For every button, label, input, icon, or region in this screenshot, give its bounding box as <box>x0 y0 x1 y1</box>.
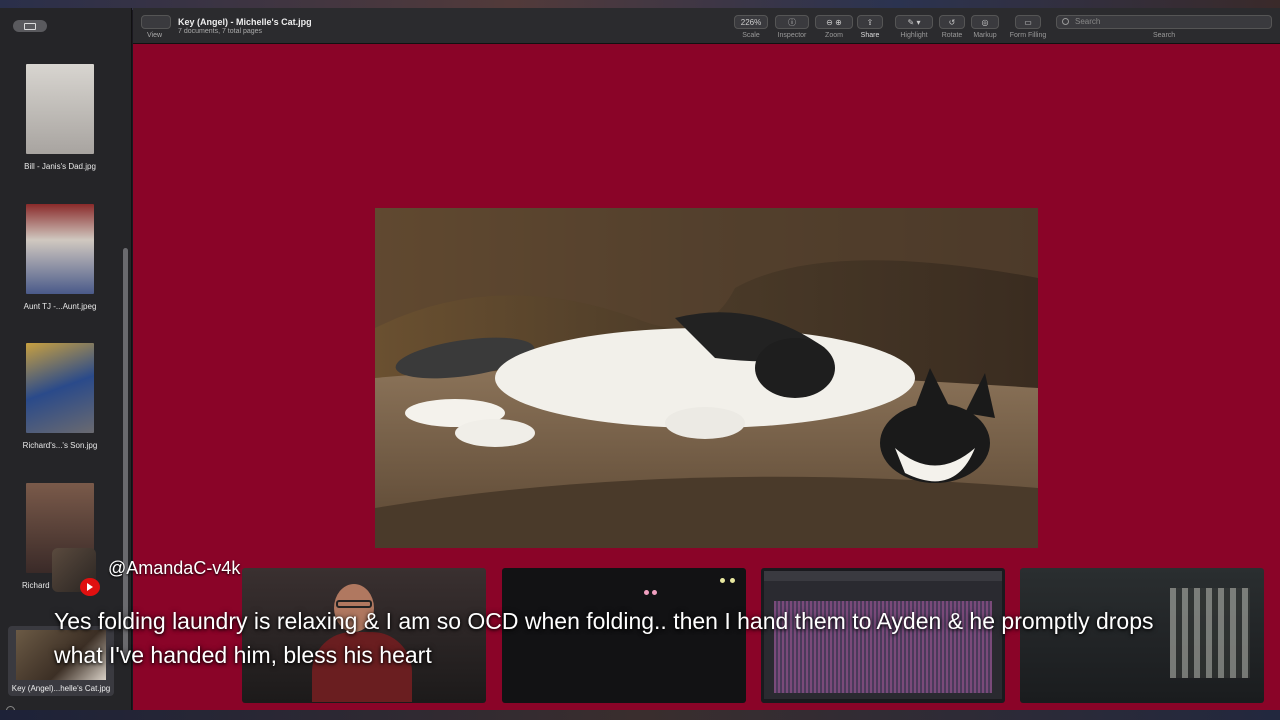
zoom-label: Zoom <box>825 32 843 39</box>
cat-photo-drawing <box>375 208 1038 548</box>
highlight-icon: ✎ ▾ <box>895 15 933 29</box>
search-label: Search <box>1153 32 1176 39</box>
inspector-icon: ⓘ <box>775 15 809 29</box>
rotate-label: Rotate <box>941 32 963 39</box>
view-button[interactable] <box>141 15 171 29</box>
chat-handle: @AmandaC-v4k <box>108 558 241 578</box>
markup-icon: ◎ <box>971 15 999 29</box>
view-label: View <box>147 32 163 39</box>
youtube-icon <box>80 578 100 596</box>
zoom-icon: ⊖ ⊕ <box>815 15 853 29</box>
search-icon <box>1062 18 1069 25</box>
thumbnail-item[interactable]: Aunt TJ -...Aunt.jpeg <box>0 204 120 311</box>
markup-button[interactable]: ◎ Markup <box>971 15 999 39</box>
scale-value[interactable]: 226% <box>734 15 768 29</box>
highlight-button[interactable]: ✎ ▾ Highlight <box>895 15 933 39</box>
search-input[interactable]: Search <box>1056 15 1272 29</box>
share-icon: ⇪ <box>857 15 883 29</box>
rotate-icon: ↺ <box>939 15 965 29</box>
document-subtitle: 7 documents, 7 total pages <box>178 28 263 35</box>
chat-message: Yes folding laundry is relaxing & I am s… <box>54 608 1154 668</box>
thumbnail-image <box>26 204 94 294</box>
desktop-wallpaper-bottom <box>0 710 1280 720</box>
thumbnail-image <box>26 343 94 433</box>
thumbnail-caption: Key (Angel)...helle's Cat.jpg <box>11 684 111 693</box>
form-filling-icon: ▭ <box>1015 15 1041 29</box>
markup-label: Markup <box>973 32 997 39</box>
thumbnail-image <box>26 64 94 154</box>
document-title: Key (Angel) - Michelle's Cat.jpg <box>178 17 312 27</box>
share-label: Share <box>860 32 880 39</box>
scale-control[interactable]: 226% Scale <box>734 15 768 39</box>
sidebar-scrollbar[interactable] <box>123 248 128 658</box>
inspector-button[interactable]: ⓘ Inspector <box>775 15 809 39</box>
thumbnail-caption: Bill - Janis's Dad.jpg <box>24 162 96 171</box>
form-filling-button[interactable]: ▭ Form Filling <box>1007 15 1049 39</box>
thumbnail-caption: Richard's...'s Son.jpg <box>22 441 98 450</box>
scale-label: Scale <box>742 32 760 39</box>
inspector-label: Inspector <box>777 32 807 39</box>
sidebar-toggle-icon <box>24 22 36 30</box>
rotate-button[interactable]: ↺ Rotate <box>939 15 965 39</box>
sidebar-toggle-button[interactable] <box>13 20 47 32</box>
highlight-label: Highlight <box>900 32 928 39</box>
toolbar: View Key (Angel) - Michelle's Cat.jpg 7 … <box>133 8 1280 44</box>
cat-photo <box>375 208 1038 548</box>
thumbnail-item[interactable]: Richard's...'s Son.jpg <box>0 343 120 450</box>
share-button[interactable]: ⇪ Share <box>857 15 883 39</box>
zoom-control[interactable]: ⊖ ⊕ Zoom <box>815 15 853 39</box>
thumbnail-item[interactable]: Bill - Janis's Dad.jpg <box>0 64 120 171</box>
form-filling-label: Form Filling <box>1009 32 1047 39</box>
thumbnail-caption: Aunt TJ -...Aunt.jpeg <box>23 302 97 311</box>
